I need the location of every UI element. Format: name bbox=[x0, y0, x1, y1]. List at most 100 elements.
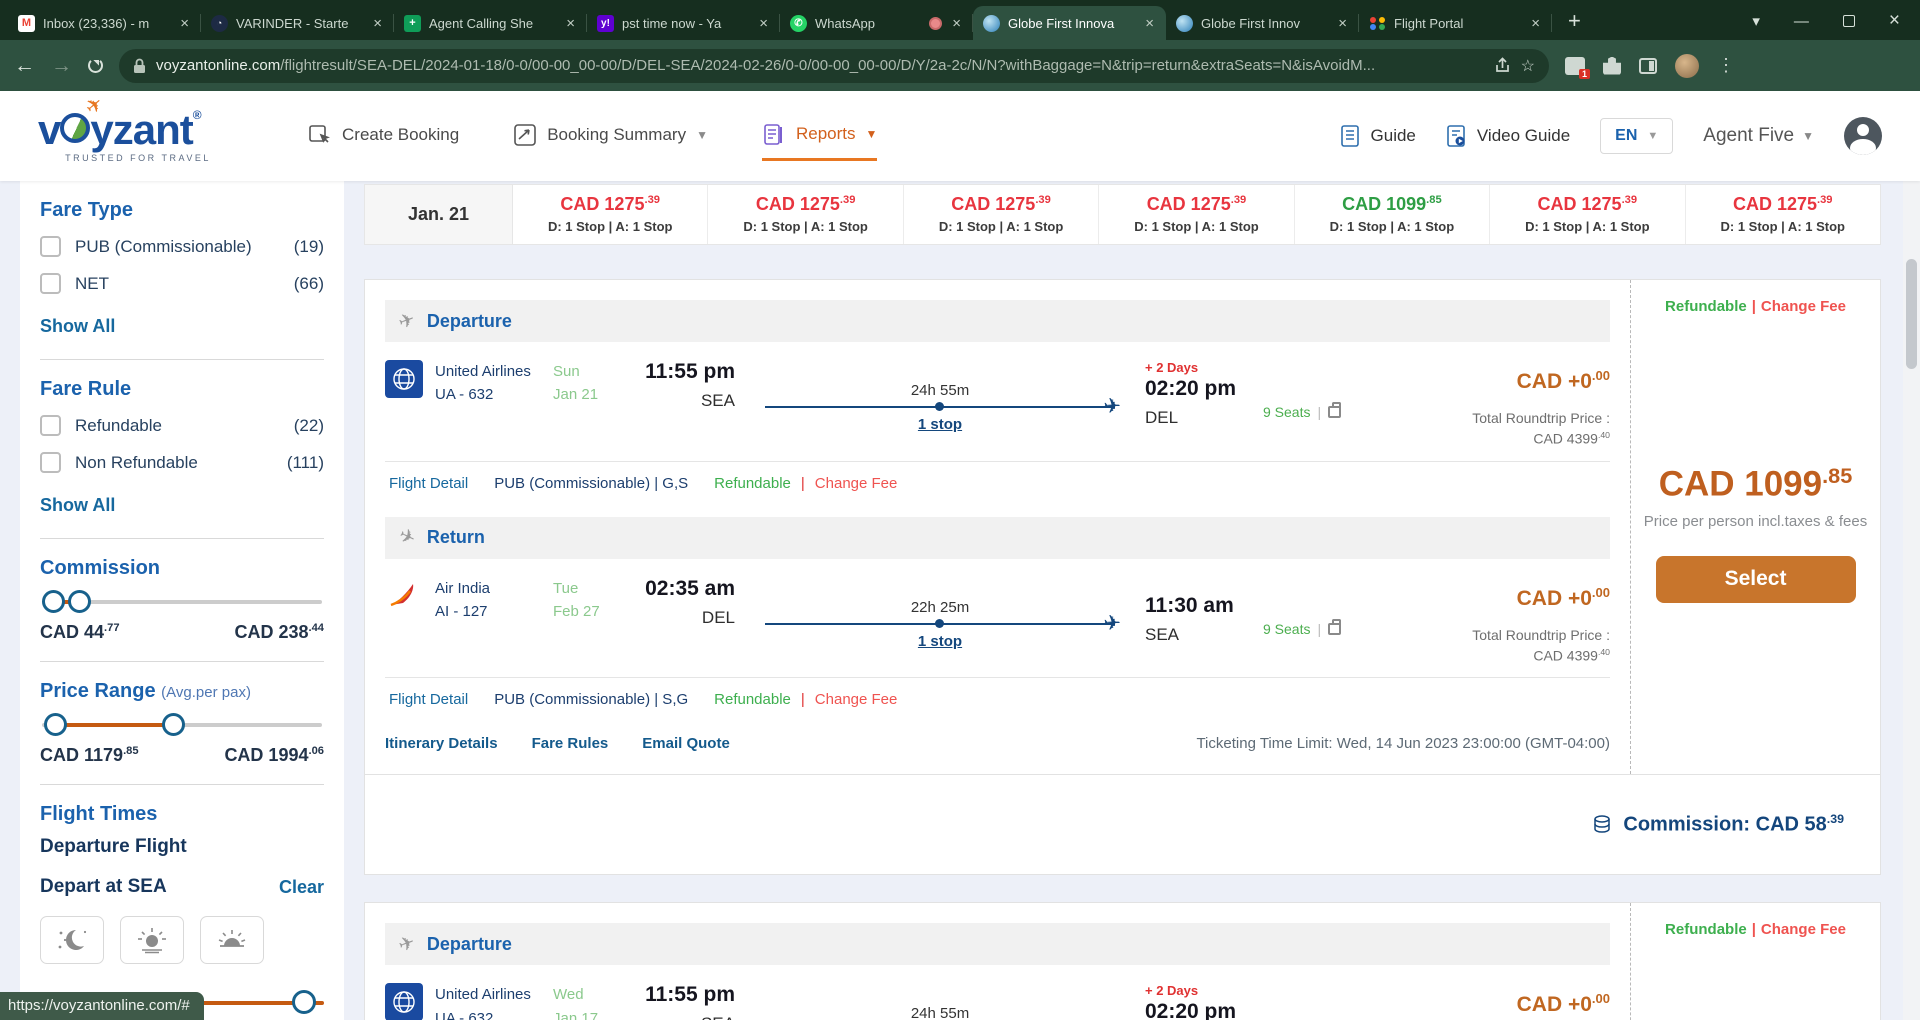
browser-menu-icon[interactable]: ⋮ bbox=[1717, 55, 1735, 76]
time-night-button[interactable] bbox=[40, 916, 104, 964]
price-range-slider[interactable] bbox=[42, 713, 322, 737]
fare-basis: PUB (Commissionable) | S,G bbox=[494, 691, 688, 708]
address-bar[interactable]: voyzantonline.com/flightresult/SEA-DEL/2… bbox=[119, 49, 1549, 83]
extension-notification-icon[interactable]: 1 bbox=[1565, 57, 1585, 75]
forward-button[interactable]: → bbox=[51, 54, 72, 78]
tab-globe-first-2[interactable]: Globe First Innov × bbox=[1166, 6, 1359, 40]
refresh-button[interactable] bbox=[88, 58, 103, 73]
filter-pub-commissionable[interactable]: PUB (Commissionable) (19) bbox=[40, 236, 324, 257]
window-menu-chevron-icon[interactable]: ▾ bbox=[1752, 12, 1760, 30]
browser-profile-avatar[interactable] bbox=[1675, 54, 1699, 78]
baggage-icon bbox=[1328, 406, 1341, 418]
select-button[interactable]: Select bbox=[1656, 556, 1856, 603]
plus-days-badge: + 2 Days bbox=[1145, 360, 1263, 377]
flight-detail-link[interactable]: Flight Detail bbox=[389, 475, 468, 492]
strip-price-cell[interactable]: CAD 1275.39 D: 1 Stop | A: 1 Stop bbox=[1099, 185, 1294, 244]
new-tab-button[interactable]: + bbox=[1552, 8, 1597, 40]
fare-type-show-all[interactable]: Show All bbox=[40, 316, 115, 337]
tab-close-icon[interactable]: × bbox=[1529, 15, 1542, 32]
fare-delta: CAD +0.00 bbox=[1375, 585, 1610, 611]
stops-link[interactable]: 1 stop bbox=[910, 416, 970, 433]
flight-detail-link[interactable]: Flight Detail bbox=[389, 691, 468, 708]
bookmark-star-icon[interactable]: ☆ bbox=[1521, 56, 1535, 76]
tab-close-icon[interactable]: × bbox=[950, 15, 963, 32]
site-header: ✈ vyzant® TRUSTED FOR TRAVEL Create Book… bbox=[0, 91, 1920, 181]
nav-booking-summary[interactable]: Booking Summary ▼ bbox=[513, 113, 708, 159]
email-quote-link[interactable]: Email Quote bbox=[642, 735, 730, 752]
departure-flight-subtitle: Departure Flight bbox=[40, 836, 324, 858]
fare-rules-link[interactable]: Fare Rules bbox=[532, 735, 609, 752]
window-maximize-button[interactable] bbox=[1843, 15, 1855, 27]
extensions-puzzle-icon[interactable] bbox=[1603, 57, 1621, 75]
commission-slider-handle-max[interactable] bbox=[68, 590, 91, 613]
side-panel-icon[interactable] bbox=[1639, 58, 1657, 74]
strip-price-cell[interactable]: CAD 1275.39 D: 1 Stop | A: 1 Stop bbox=[1686, 185, 1880, 244]
price-slider-handle-min[interactable] bbox=[44, 713, 67, 736]
stop-dot-icon bbox=[935, 402, 944, 411]
filter-non-refundable[interactable]: Non Refundable (111) bbox=[40, 452, 324, 473]
time-morning-button[interactable] bbox=[120, 916, 184, 964]
departure-time: 02:35 am bbox=[627, 577, 735, 601]
price-range-title: Price Range (Avg.per pax) bbox=[40, 680, 324, 703]
return-fare-row: Flight Detail PUB (Commissionable) | S,G… bbox=[385, 677, 1610, 721]
checkbox[interactable] bbox=[40, 415, 61, 436]
tab-close-icon[interactable]: × bbox=[178, 15, 191, 32]
price-min: CAD 1179.85 bbox=[40, 745, 139, 766]
total-roundtrip-label: Total Roundtrip Price : bbox=[1375, 410, 1610, 426]
guide-link[interactable]: Guide bbox=[1340, 124, 1416, 148]
scrollbar-thumb[interactable] bbox=[1906, 259, 1917, 369]
tab-flight-portal[interactable]: Flight Portal × bbox=[1359, 6, 1552, 40]
tab-close-icon[interactable]: × bbox=[371, 15, 384, 32]
clear-button[interactable]: Clear bbox=[279, 877, 324, 898]
change-fee-link[interactable]: Change Fee bbox=[815, 691, 898, 708]
strip-price-cell[interactable]: CAD 1275.39 D: 1 Stop | A: 1 Stop bbox=[708, 185, 903, 244]
checkbox[interactable] bbox=[40, 452, 61, 473]
commission-slider[interactable] bbox=[42, 590, 322, 614]
arrival-slider-handle[interactable] bbox=[292, 990, 316, 1014]
nav-reports[interactable]: Reports ▼ bbox=[762, 112, 877, 161]
tab-close-icon[interactable]: × bbox=[757, 15, 770, 32]
strip-price-cell-best[interactable]: CAD 1099.85 D: 1 Stop | A: 1 Stop bbox=[1295, 185, 1490, 244]
strip-price-cell[interactable]: CAD 1275.39 D: 1 Stop | A: 1 Stop bbox=[513, 185, 708, 244]
tab-close-icon[interactable]: × bbox=[564, 15, 577, 32]
strip-price-cell[interactable]: CAD 1275.39 D: 1 Stop | A: 1 Stop bbox=[904, 185, 1099, 244]
departure-time: 11:55 pm bbox=[627, 983, 735, 1007]
flight-times-title: Flight Times bbox=[40, 803, 324, 826]
tab-pst-time[interactable]: y! pst time now - Ya × bbox=[587, 6, 780, 40]
agent-menu[interactable]: Agent Five ▼ bbox=[1703, 125, 1814, 147]
itinerary-details-link[interactable]: Itinerary Details bbox=[385, 735, 498, 752]
checkbox[interactable] bbox=[40, 236, 61, 257]
tab-varinder[interactable]: ◔ VARINDER - Starte × bbox=[201, 6, 394, 40]
ticketing-time-limit: Ticketing Time Limit: Wed, 14 Jun 2023 2… bbox=[1196, 735, 1610, 752]
tab-globe-first-active[interactable]: Globe First Innova × bbox=[973, 6, 1166, 40]
departure-section-header: ✈ Departure bbox=[385, 923, 1610, 965]
nav-create-booking[interactable]: Create Booking bbox=[308, 113, 459, 159]
filter-refundable[interactable]: Refundable (22) bbox=[40, 415, 324, 436]
change-fee-link[interactable]: Change Fee bbox=[1761, 921, 1846, 938]
change-fee-link[interactable]: Change Fee bbox=[815, 475, 898, 492]
tab-whatsapp[interactable]: ✆ WhatsApp × bbox=[780, 6, 973, 40]
page-scrollbar[interactable]: ▲ bbox=[1903, 91, 1920, 1020]
tab-inbox[interactable]: M Inbox (23,336) - m × bbox=[8, 6, 201, 40]
tab-agent-calling-sheet[interactable]: + Agent Calling She × bbox=[394, 6, 587, 40]
language-select[interactable]: EN ▼ bbox=[1600, 118, 1673, 154]
checkbox[interactable] bbox=[40, 273, 61, 294]
user-avatar[interactable] bbox=[1844, 117, 1882, 155]
filter-net[interactable]: NET (66) bbox=[40, 273, 324, 294]
stops-link[interactable]: 1 stop bbox=[910, 633, 970, 650]
video-guide-link[interactable]: Video Guide bbox=[1446, 124, 1570, 148]
tab-close-icon[interactable]: × bbox=[1336, 15, 1349, 32]
window-minimize-button[interactable]: — bbox=[1794, 13, 1809, 30]
strip-price-cell[interactable]: CAD 1275.39 D: 1 Stop | A: 1 Stop bbox=[1490, 185, 1685, 244]
change-fee-link[interactable]: Change Fee bbox=[1761, 298, 1846, 315]
voyzant-logo[interactable]: ✈ vyzant® TRUSTED FOR TRAVEL bbox=[38, 109, 238, 163]
commission-slider-handle-min[interactable] bbox=[42, 590, 65, 613]
back-button[interactable]: ← bbox=[14, 54, 35, 78]
plus-days-badge bbox=[1145, 577, 1263, 594]
tab-close-icon[interactable]: × bbox=[1143, 15, 1156, 32]
window-close-button[interactable]: × bbox=[1889, 10, 1900, 32]
fare-rule-show-all[interactable]: Show All bbox=[40, 495, 115, 516]
share-icon[interactable] bbox=[1494, 57, 1511, 74]
time-evening-button[interactable] bbox=[200, 916, 264, 964]
price-slider-handle-max[interactable] bbox=[162, 713, 185, 736]
